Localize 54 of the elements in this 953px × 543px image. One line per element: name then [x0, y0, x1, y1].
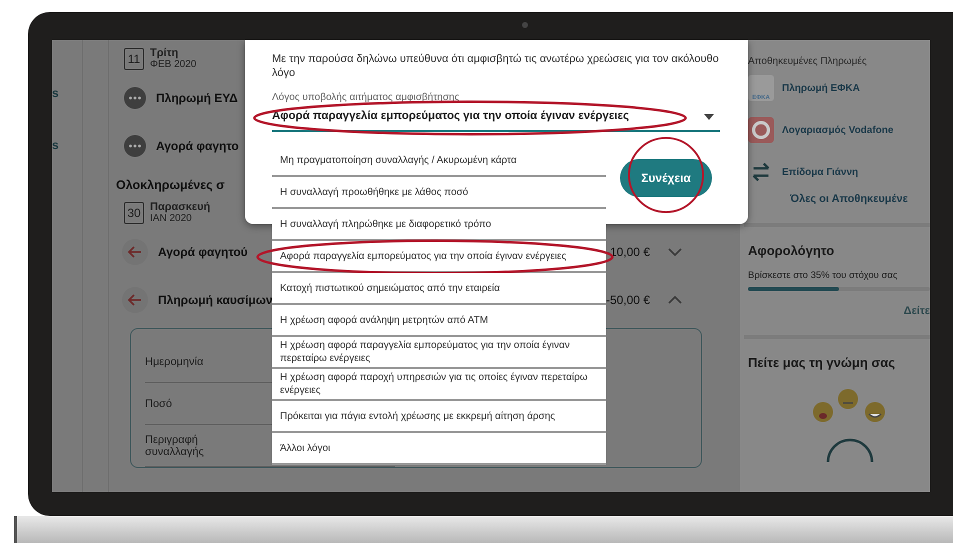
weekday: Τρίτη — [150, 48, 180, 59]
month: ΦΕΒ 2020 — [150, 59, 196, 70]
field-label: Λόγος υποβολής αιτήματος αμφισβήτησης — [272, 92, 460, 103]
option-text: Η χρέωση αφορά ανάληψη μετρητών από ΑΤΜ — [280, 314, 488, 326]
transaction-title[interactable]: Πληρωμή καυσίμων — [158, 293, 273, 307]
caret-icon — [704, 114, 714, 120]
transaction-title[interactable]: Πληρωμή ΕΥΔ — [156, 91, 238, 105]
saved-payment-link[interactable]: Πληρωμή ΕΦΚΑ — [782, 82, 860, 94]
dropdown-option[interactable]: Η χρέωση αφορά παραγγελία εμπορεύματος για την οποία έγιναν περεταίρω ενέργειες — [272, 337, 606, 369]
nav-label[interactable]: s — [52, 138, 59, 152]
option-text: Άλλοι λόγοι — [280, 442, 330, 454]
vodafone-logo-icon — [748, 117, 774, 143]
dropdown-option[interactable]: Πρόκειται για πάγια εντολή χρέωσης με εκκρεμή αίτηση άρσης — [272, 401, 606, 433]
progress-text: Βρίσκεστε στο 35% του στόχου σας — [748, 270, 898, 281]
option-text: Πρόκειται για πάγια εντολή χρέωσης με εκκρεμή αίτηση άρσης — [280, 410, 556, 422]
transaction-amount: -50,00 € — [606, 293, 650, 307]
saved-payment-link[interactable]: Λογαριασμός Vodafone — [782, 124, 894, 136]
detail-label: Ποσό — [145, 398, 173, 410]
dialog-text: Με την παρούσα δηλώνω υπεύθυνα ότι αμφισβητώ τις ανωτέρω χρεώσεις για τον ακόλουθο λόγο — [272, 52, 720, 80]
transaction-title[interactable]: Αγορά φαγητού — [158, 245, 248, 259]
option-text: Μη πραγματοποίηση συναλλαγής / Ακυρωμένη κάρτα — [280, 154, 517, 166]
option-text: Η συναλλαγή προωθήθηκε με λάθος ποσό — [280, 186, 468, 198]
continue-button[interactable]: Συνέχεια — [620, 159, 712, 197]
chevron-down-icon[interactable] — [668, 247, 682, 257]
chevron-up-icon[interactable] — [668, 295, 682, 305]
reason-select[interactable]: Λόγος υποβολής αιτήματος αμφισβήτησης Αφορά παραγγελία εμπορεύματος για την οποία έγιναν ενέργειες — [272, 92, 720, 132]
day-number: 30 — [124, 202, 144, 224]
camera-icon — [522, 22, 528, 28]
all-saved-link[interactable]: Όλες οι Αποθηκευμένε — [790, 193, 930, 205]
option-text: Κατοχή πιστωτικού σημειώματος από την εταιρεία — [280, 282, 500, 294]
section-heading: Ολοκληρωμένες σ — [116, 178, 225, 192]
option-text: Αφορά παραγγελία εμπορεύματος για την οποία έγιναν ενέργειες — [280, 250, 566, 262]
saved-payment-link[interactable]: Επίδομα Γιάννη — [782, 166, 858, 178]
dropdown-option[interactable]: Κατοχή πιστωτικού σημειώματος από την εταιρεία — [272, 273, 606, 305]
panel-title: Πείτε μας τη γνώμη σας — [748, 355, 896, 370]
panel-title: Αποθηκευμένες Πληρωμές — [748, 56, 868, 67]
option-text: Η συναλλαγή πληρώθηκε με διαφορετικό τρόπο — [280, 218, 492, 230]
see-more-link[interactable]: Δείτε — [904, 305, 930, 317]
option-text: Η χρέωση αφορά παραγγελία εμπορεύματος για την οποία έγιναν περεταίρω ενέργειες — [280, 339, 571, 365]
month: ΙΑΝ 2020 — [150, 213, 193, 224]
detail-label: Περιγραφή συναλλαγής — [145, 434, 205, 458]
more-dots-icon — [124, 87, 146, 109]
dropdown-option[interactable]: Άλλοι λόγοι — [272, 433, 606, 465]
transaction-title[interactable]: Αγορά φαγητο — [156, 139, 239, 153]
dropdown-option[interactable]: Η χρέωση αφορά παροχή υπηρεσιών για τις οποίες έγιναν περεταίρω ενέργειες — [272, 369, 606, 401]
day-number: 11 — [124, 48, 144, 70]
weekday: Παρασκευή — [150, 202, 210, 213]
panel-title: Αφορολόγητο — [748, 243, 836, 258]
option-text: Η χρέωση αφορά παροχή υπηρεσιών για τις οποίες έγιναν περεταίρω ενέργειες — [280, 371, 589, 397]
more-dots-icon — [124, 135, 146, 157]
dropdown-option[interactable]: Η χρέωση αφορά ανάληψη μετρητών από ΑΤΜ — [272, 305, 606, 337]
select-value: Αφορά παραγγελία εμπορεύματος για την οποία έγιναν ενέργειες — [272, 110, 629, 122]
nav-label[interactable]: s — [52, 86, 59, 100]
detail-label: Ημερομηνία — [145, 356, 204, 368]
